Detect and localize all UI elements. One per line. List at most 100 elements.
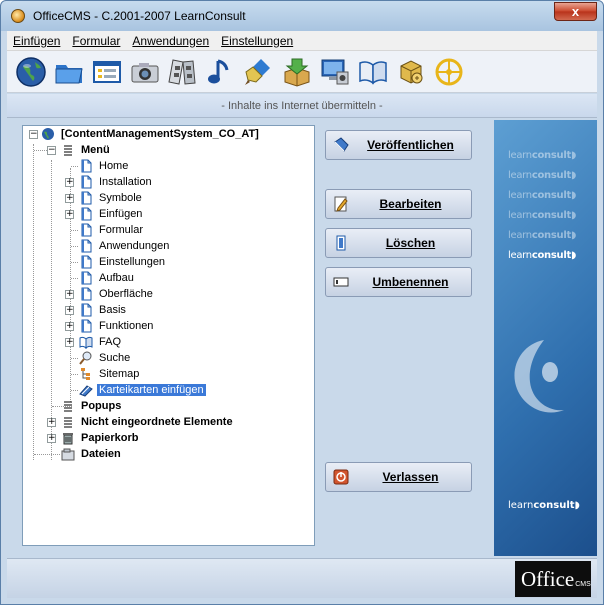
brand-word1: learn — [508, 190, 532, 201]
brush-icon — [245, 58, 270, 85]
exit-label: Verlassen — [382, 470, 439, 484]
toolbar-book-button[interactable] — [355, 54, 391, 90]
page-icon — [81, 287, 92, 301]
toolbar-music-button[interactable] — [203, 54, 239, 90]
page-icon — [81, 303, 92, 317]
tree-item-label: Installation — [99, 176, 152, 188]
tree-label-unsorted: Nicht eingeordnete Elemente — [81, 416, 233, 428]
tree-connector — [71, 374, 78, 375]
form-icon — [93, 60, 121, 83]
logo-sub: CMS — [575, 580, 591, 588]
menu-einstellungen[interactable]: Einstellungen — [215, 34, 299, 48]
edit-icon — [334, 196, 348, 212]
brand-word1: learn — [508, 500, 534, 511]
menu-formular[interactable]: Formular — [66, 34, 126, 48]
expand-toggle[interactable]: + — [65, 289, 74, 299]
toolbar-form-button[interactable] — [89, 54, 125, 90]
app-icon — [11, 9, 25, 23]
menu-einfuegen-label: Einfügen — [13, 33, 61, 48]
menu-bar: Einfügen Formular Anwendungen Einstellun… — [7, 31, 597, 51]
tree-item-label: Formular — [99, 224, 144, 236]
brand-word1: learn — [508, 170, 532, 181]
search-icon — [79, 351, 92, 365]
menu-einstellungen-label: Einstellungen — [221, 33, 294, 48]
toolbar-folder-button[interactable] — [51, 54, 87, 90]
delete-icon — [336, 235, 346, 251]
tree-item-label: Suche — [99, 352, 131, 364]
content-tree[interactable]: − [ContentManagementSystem_CO_AT] − Menü… — [22, 125, 315, 546]
tree-item-label: Aufbau — [99, 272, 134, 284]
publish-button[interactable]: Veröffentlichen — [325, 130, 472, 160]
tree-item-label: Symbole — [99, 192, 142, 204]
page-icon — [81, 207, 92, 221]
cube-icon — [400, 59, 423, 84]
expand-toggle[interactable]: + — [65, 177, 74, 187]
brand-wordmark: learnconsult◗ — [508, 170, 576, 181]
expand-toggle[interactable]: + — [47, 417, 56, 427]
trash-icon — [63, 433, 73, 445]
tree-label-menu: Menü — [81, 144, 110, 156]
sitemap-icon — [81, 368, 90, 380]
tab-card-icon — [79, 385, 93, 397]
book-icon — [79, 336, 93, 349]
list-icon — [64, 417, 72, 428]
brand-word1: learn — [508, 150, 532, 161]
tree-connector — [71, 390, 78, 391]
brand-word1: learn — [508, 250, 532, 261]
expand-toggle[interactable]: + — [65, 321, 74, 331]
brand-wordmark: learnconsult◗ — [508, 190, 576, 201]
page-icon — [81, 191, 92, 205]
logo-main: Office — [521, 566, 575, 591]
rename-label: Umbenennen — [372, 275, 449, 289]
compass-icon — [435, 58, 463, 85]
music-note-icon — [208, 59, 229, 83]
close-button[interactable]: x — [554, 2, 597, 21]
toolbar-monitor-button[interactable] — [317, 54, 353, 90]
expand-toggle[interactable]: + — [65, 209, 74, 219]
toolbar-download-button[interactable] — [279, 54, 315, 90]
files-icon — [61, 448, 75, 461]
tree-label-popups: Popups — [81, 400, 122, 412]
toolbar-globe-button[interactable] — [13, 54, 49, 90]
menu-einfuegen[interactable]: Einfügen — [7, 34, 66, 48]
collapse-toggle[interactable]: − — [47, 145, 56, 155]
expand-toggle[interactable]: + — [65, 337, 74, 347]
toolbar-compass-button[interactable] — [431, 54, 467, 90]
tree-guide — [70, 168, 71, 402]
collapse-toggle[interactable]: − — [29, 129, 38, 139]
download-box-icon — [284, 58, 310, 87]
menu-anwendungen[interactable]: Anwendungen — [126, 34, 215, 48]
expand-toggle[interactable]: + — [65, 193, 74, 203]
toolbar-camera-button[interactable] — [127, 54, 163, 90]
edit-button[interactable]: Bearbeiten — [325, 189, 472, 219]
brand-wordmark: learnconsult◗ — [508, 210, 576, 221]
delete-label: Löschen — [385, 236, 436, 250]
toolbar-cube-button[interactable] — [393, 54, 429, 90]
tree-connector — [71, 166, 78, 167]
tree-item-label: Oberfläche — [99, 288, 153, 300]
brand-word1: learn — [508, 210, 532, 221]
toolbar-film-button[interactable] — [165, 54, 201, 90]
tree-item-label: Einfügen — [99, 208, 143, 220]
page-icon — [81, 319, 92, 333]
expand-toggle[interactable]: + — [47, 433, 56, 443]
monitor-icon — [321, 59, 349, 84]
brand-word2: consult — [533, 500, 575, 511]
rename-button[interactable]: Umbenennen — [325, 267, 472, 297]
app-window: OfficeCMS - C.2001-2007 LearnConsult x E… — [0, 0, 604, 605]
window-title: OfficeCMS - C.2001-2007 LearnConsult — [33, 9, 246, 23]
page-icon — [81, 175, 92, 189]
tree-connector — [34, 150, 47, 151]
delete-button[interactable]: Löschen — [325, 228, 472, 258]
brand-word2: consult — [531, 170, 571, 181]
status-line: - Inhalte ins Internet übermitteln - — [7, 94, 597, 118]
exit-button[interactable]: Verlassen — [325, 462, 472, 492]
tree-item-label: Sitemap — [99, 368, 140, 380]
page-icon — [81, 271, 92, 285]
tree-guide — [51, 160, 52, 460]
expand-toggle[interactable]: + — [65, 305, 74, 315]
brand-wordmark-bottom: learnconsult◗ — [508, 500, 580, 511]
folder-icon — [55, 64, 83, 83]
rename-icon — [333, 277, 349, 287]
toolbar-brush-button[interactable] — [241, 54, 277, 90]
